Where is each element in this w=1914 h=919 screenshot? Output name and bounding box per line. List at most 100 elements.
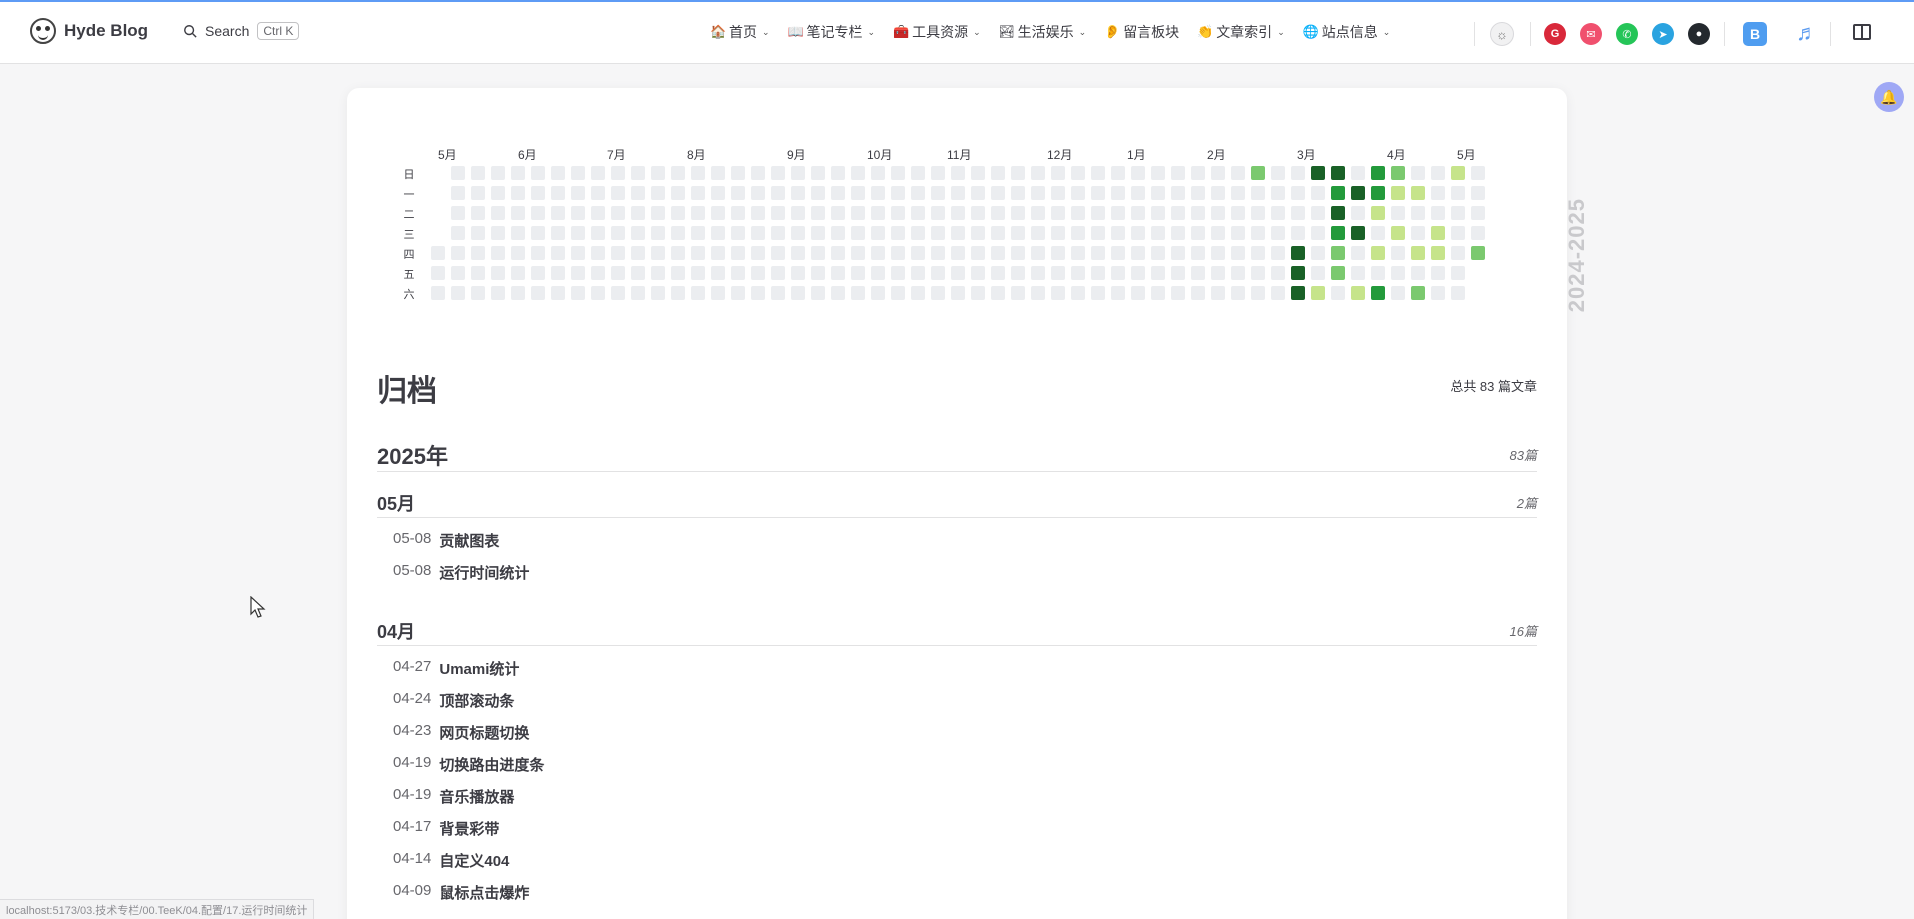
heatmap-cell[interactable] — [1291, 226, 1305, 240]
blog-b-button[interactable]: B — [1743, 22, 1767, 46]
heatmap-cell[interactable] — [1131, 226, 1145, 240]
heatmap-cell[interactable] — [791, 266, 805, 280]
heatmap-cell[interactable] — [1111, 186, 1125, 200]
heatmap-cell[interactable] — [851, 166, 865, 180]
heatmap-cell[interactable] — [1331, 166, 1345, 180]
heatmap-cell[interactable] — [1271, 246, 1285, 260]
heatmap-cell[interactable] — [631, 166, 645, 180]
heatmap-cell[interactable] — [1371, 186, 1385, 200]
heatmap-cell[interactable] — [1011, 186, 1025, 200]
gitee-icon[interactable]: G — [1544, 23, 1566, 45]
heatmap-cell[interactable] — [611, 286, 625, 300]
heatmap-cell[interactable] — [1351, 266, 1365, 280]
heatmap-cell[interactable] — [891, 186, 905, 200]
heatmap-cell[interactable] — [1411, 206, 1425, 220]
nav-item[interactable]: 🧰 工具资源 ⌄ — [893, 22, 981, 42]
heatmap-cell[interactable] — [731, 166, 745, 180]
heatmap-cell[interactable] — [771, 286, 785, 300]
heatmap-cell[interactable] — [1411, 266, 1425, 280]
heatmap-cell[interactable] — [811, 166, 825, 180]
heatmap-cell[interactable] — [1191, 266, 1205, 280]
heatmap-cell[interactable] — [1151, 266, 1165, 280]
heatmap-cell[interactable] — [791, 226, 805, 240]
heatmap-cell[interactable] — [1031, 206, 1045, 220]
heatmap-cell[interactable] — [1271, 166, 1285, 180]
whatsapp-icon[interactable]: ✆ — [1616, 23, 1638, 45]
post-link[interactable]: 04-23 网页标题切换 — [393, 722, 529, 743]
heatmap-cell[interactable] — [1371, 246, 1385, 260]
heatmap-cell[interactable] — [951, 206, 965, 220]
heatmap-cell[interactable] — [1331, 286, 1345, 300]
heatmap-cell[interactable] — [1051, 226, 1065, 240]
heatmap-cell[interactable] — [1231, 286, 1245, 300]
heatmap-cell[interactable] — [851, 226, 865, 240]
heatmap-cell[interactable] — [531, 186, 545, 200]
mail-icon[interactable]: ✉ — [1580, 23, 1602, 45]
heatmap-cell[interactable] — [991, 266, 1005, 280]
heatmap-cell[interactable] — [611, 226, 625, 240]
heatmap-cell[interactable] — [851, 186, 865, 200]
heatmap-cell[interactable] — [1311, 226, 1325, 240]
heatmap-cell[interactable] — [1151, 166, 1165, 180]
heatmap-cell[interactable] — [771, 246, 785, 260]
post-link[interactable]: 05-08 运行时间统计 — [393, 562, 529, 583]
heatmap-cell[interactable] — [891, 246, 905, 260]
heatmap-cell[interactable] — [651, 226, 665, 240]
heatmap-cell[interactable] — [1111, 226, 1125, 240]
heatmap-cell[interactable] — [571, 166, 585, 180]
heatmap-cell[interactable] — [571, 246, 585, 260]
heatmap-cell[interactable] — [1431, 246, 1445, 260]
heatmap-cell[interactable] — [731, 266, 745, 280]
heatmap-cell[interactable] — [631, 186, 645, 200]
heatmap-cell[interactable] — [1071, 266, 1085, 280]
heatmap-cell[interactable] — [1391, 266, 1405, 280]
heatmap-cell[interactable] — [1051, 286, 1065, 300]
heatmap-cell[interactable] — [451, 226, 465, 240]
heatmap-cell[interactable] — [1111, 206, 1125, 220]
nav-item[interactable]: 🏠 首页 ⌄ — [710, 22, 770, 42]
heatmap-cell[interactable] — [1091, 206, 1105, 220]
heatmap-cell[interactable] — [1031, 266, 1045, 280]
heatmap-cell[interactable] — [891, 266, 905, 280]
heatmap-cell[interactable] — [1451, 266, 1465, 280]
heatmap-cell[interactable] — [1151, 226, 1165, 240]
heatmap-cell[interactable] — [671, 206, 685, 220]
heatmap-cell[interactable] — [1391, 206, 1405, 220]
heatmap-cell[interactable] — [1311, 286, 1325, 300]
heatmap-cell[interactable] — [651, 286, 665, 300]
heatmap-cell[interactable] — [891, 226, 905, 240]
heatmap-cell[interactable] — [591, 286, 605, 300]
heatmap-cell[interactable] — [791, 186, 805, 200]
heatmap-cell[interactable] — [1191, 186, 1205, 200]
heatmap-cell[interactable] — [791, 286, 805, 300]
heatmap-cell[interactable] — [731, 286, 745, 300]
heatmap-cell[interactable] — [451, 286, 465, 300]
heatmap-cell[interactable] — [811, 286, 825, 300]
heatmap-cell[interactable] — [911, 286, 925, 300]
heatmap-cell[interactable] — [1431, 286, 1445, 300]
heatmap-cell[interactable] — [1271, 206, 1285, 220]
heatmap-cell[interactable] — [1291, 186, 1305, 200]
heatmap-cell[interactable] — [551, 226, 565, 240]
heatmap-cell[interactable] — [1211, 206, 1225, 220]
heatmap-cell[interactable] — [1351, 166, 1365, 180]
heatmap-cell[interactable] — [1131, 266, 1145, 280]
heatmap-cell[interactable] — [1251, 206, 1265, 220]
heatmap-cell[interactable] — [1411, 286, 1425, 300]
post-link[interactable]: 04-09 鼠标点击爆炸 — [393, 882, 529, 903]
heatmap-cell[interactable] — [1091, 226, 1105, 240]
heatmap-cell[interactable] — [871, 206, 885, 220]
heatmap-cell[interactable] — [671, 166, 685, 180]
heatmap-cell[interactable] — [1291, 246, 1305, 260]
heatmap-cell[interactable] — [671, 246, 685, 260]
heatmap-cell[interactable] — [1111, 246, 1125, 260]
heatmap-cell[interactable] — [591, 206, 605, 220]
heatmap-cell[interactable] — [831, 186, 845, 200]
post-link[interactable]: 04-19 切换路由进度条 — [393, 754, 544, 775]
heatmap-cell[interactable] — [1051, 166, 1065, 180]
nav-item[interactable]: 🌐 站点信息 ⌄ — [1303, 22, 1391, 42]
heatmap-cell[interactable] — [1071, 206, 1085, 220]
heatmap-cell[interactable] — [471, 186, 485, 200]
heatmap-cell[interactable] — [1331, 186, 1345, 200]
post-link[interactable]: 05-08 贡献图表 — [393, 530, 499, 551]
